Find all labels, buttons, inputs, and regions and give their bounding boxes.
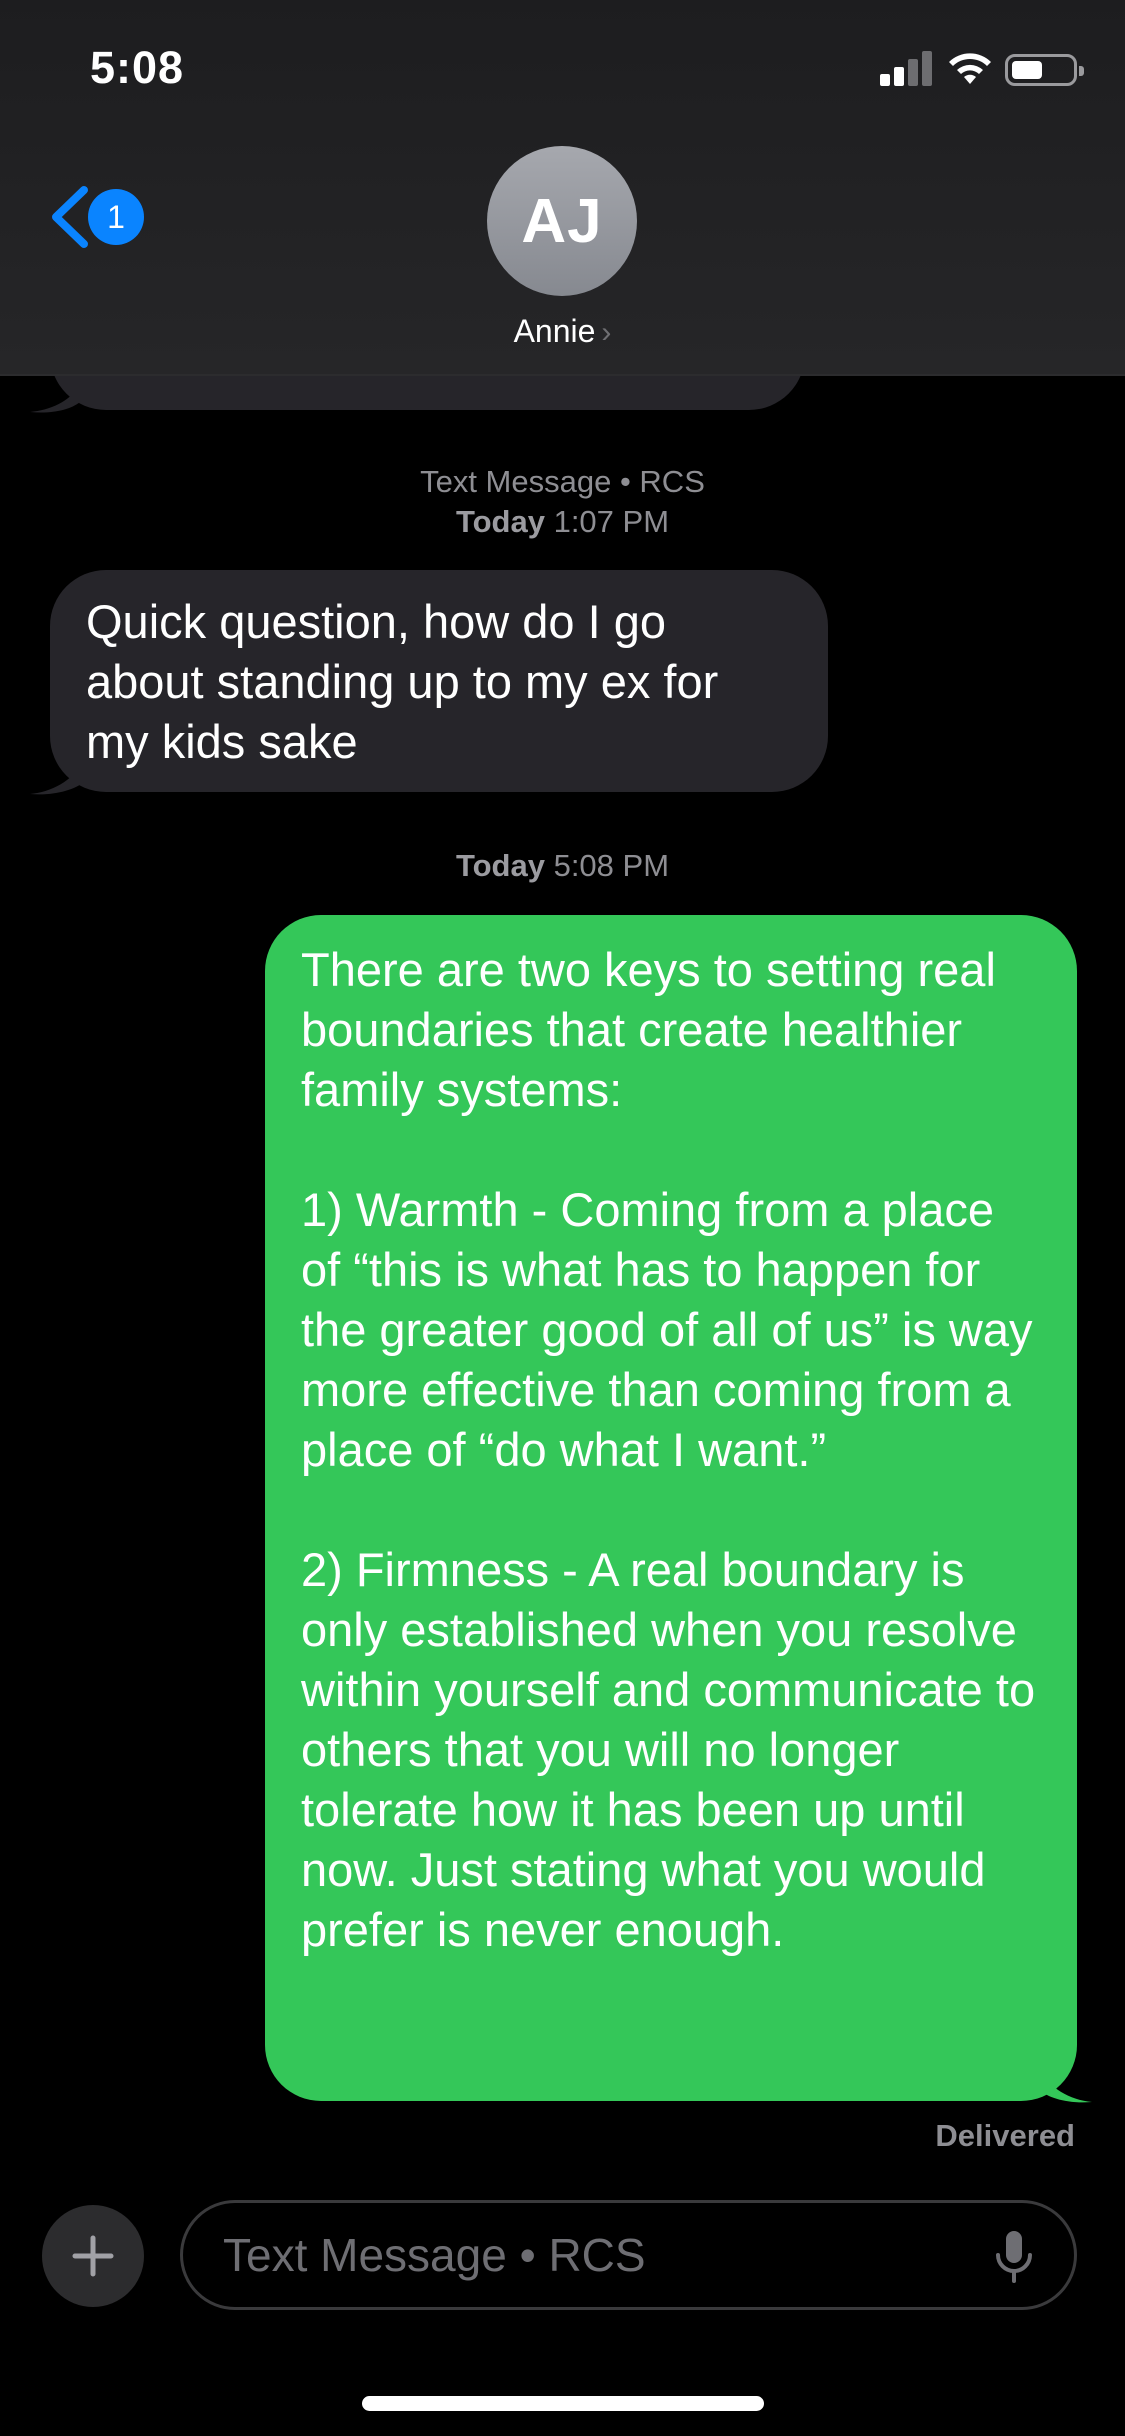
timestamp-time: 1:07 PM [553,504,670,539]
wifi-icon [949,53,991,84]
timestamp-day: Today [455,504,545,539]
cellular-signal-icon [880,50,934,86]
timestamp-header: Text Message • RCS Today 1:07 PM [0,462,1125,542]
delivery-status: Delivered [935,2118,1075,2153]
message-input-placeholder: Text Message • RCS [223,2229,646,2281]
battery-icon [1005,54,1084,86]
timestamp-header: Today 5:08 PM [0,846,1125,886]
unread-count-badge: 1 [88,189,144,245]
messages-screen: 5:08 1 AJ Annie › Text Message • RCS Tod… [0,0,1125,2436]
contact-avatar[interactable]: AJ [487,146,637,296]
sent-message-tail [1040,2068,1092,2103]
back-button[interactable]: 1 [48,178,158,256]
microphone-icon[interactable] [994,2229,1034,2285]
timestamp-time: 5:08 PM [553,848,670,883]
received-message-tail [30,760,84,795]
home-indicator[interactable] [362,2396,764,2411]
timestamp-day: Today [455,848,545,883]
status-time: 5:08 [90,42,185,93]
contact-name: Annie [513,313,596,349]
back-chevron-icon [52,186,88,248]
add-attachment-button[interactable] [42,2205,144,2307]
received-message-bubble[interactable]: Quick question, how do I go about standi… [50,570,828,792]
plus-icon [72,2235,114,2277]
sent-message-bubble[interactable]: There are two keys to setting real bound… [265,915,1077,2101]
chevron-right-icon: › [601,316,612,349]
contact-name-button[interactable]: Annie › [0,313,1125,350]
previous-message-tail [30,384,80,413]
service-label: Text Message • RCS [420,464,705,499]
conversation-header: 5:08 1 AJ Annie › [0,0,1125,376]
message-input[interactable]: Text Message • RCS [180,2200,1077,2310]
